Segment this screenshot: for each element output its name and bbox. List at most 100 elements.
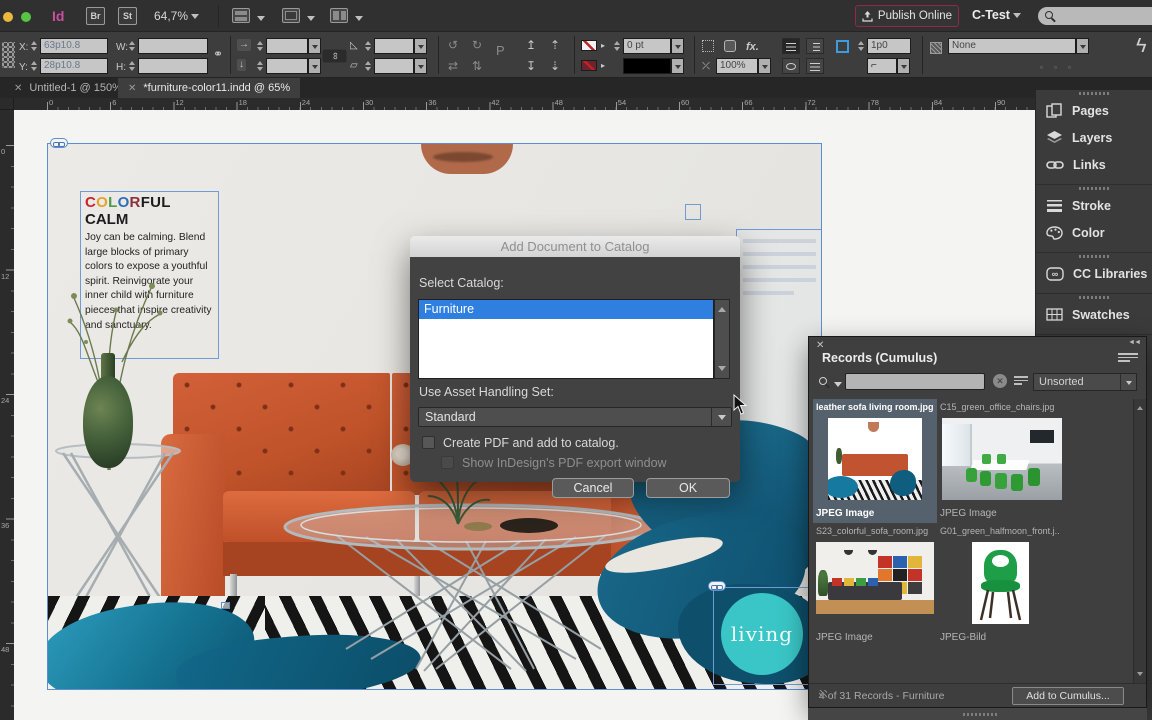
opacity-flyout[interactable] — [758, 58, 771, 74]
panel-stroke[interactable]: Stroke — [1036, 192, 1152, 219]
drop-shadow-icon[interactable] — [724, 40, 736, 52]
close-icon[interactable]: ✕ — [128, 83, 136, 94]
close-icon[interactable]: ✕ — [816, 340, 824, 351]
distribute-down-icon[interactable]: ⇣ — [550, 60, 560, 72]
rotation-dropdown[interactable] — [414, 38, 427, 54]
chevron-down-icon[interactable] — [834, 382, 842, 391]
panel-group-handle[interactable] — [1036, 90, 1152, 97]
tab-untitled[interactable]: ✕Untitled-1 @ 150% — [4, 78, 132, 98]
ok-button[interactable]: OK — [646, 478, 730, 498]
sort-dropdown[interactable]: Unsorted — [1033, 373, 1137, 391]
record-item[interactable]: leather sofa living room.jpg JPEG Image — [813, 399, 937, 523]
object-style-field[interactable]: None — [948, 38, 1076, 54]
textwrap-bounding-icon[interactable] — [806, 38, 824, 54]
object-style-dropdown[interactable] — [1076, 38, 1089, 54]
gap-stepper[interactable] — [856, 38, 865, 54]
align-top-icon[interactable]: ↥ — [526, 39, 536, 51]
opacity-field[interactable]: 100% — [716, 58, 758, 74]
chevron-down-icon[interactable] — [307, 16, 315, 25]
panel-menu-icon[interactable] — [1118, 351, 1138, 363]
scale-y-dropdown[interactable] — [308, 58, 321, 74]
add-to-cumulus-button[interactable]: Add to Cumulus... — [1012, 687, 1124, 705]
quick-apply-icon[interactable]: ▫ — [1040, 62, 1043, 74]
shear-field[interactable] — [374, 58, 414, 74]
empty-frame[interactable] — [685, 204, 701, 220]
panel-pages[interactable]: Pages — [1036, 97, 1152, 124]
stroke-type-dropdown[interactable] — [671, 58, 684, 74]
record-item[interactable]: S23_colorful_sofa_room.jpg — [813, 523, 937, 647]
panel-resize-strip[interactable] — [808, 708, 1147, 720]
records-search-input[interactable] — [845, 373, 985, 390]
constrain-proportions-icon[interactable]: ⚭ — [213, 48, 223, 60]
catalog-scrollbar[interactable] — [714, 299, 730, 379]
textwrap-none-icon[interactable] — [782, 38, 800, 54]
fill-flyout-icon[interactable]: ▸ — [601, 40, 605, 52]
shear-stepper[interactable] — [363, 58, 372, 74]
flip-horizontal-icon[interactable]: ⇄ — [448, 60, 458, 72]
stroke-type-swatch[interactable] — [623, 58, 671, 74]
minimize-button[interactable] — [3, 12, 13, 22]
scale-y-field[interactable] — [266, 58, 308, 74]
stock-button[interactable]: St — [118, 7, 137, 25]
textwrap-object-icon[interactable] — [782, 58, 800, 74]
shear-dropdown[interactable] — [414, 58, 427, 74]
record-thumbnail[interactable] — [816, 542, 934, 614]
fill-swatch-none[interactable] — [581, 40, 597, 51]
scroll-up-icon[interactable] — [718, 303, 726, 312]
scroll-down-icon[interactable] — [718, 366, 726, 375]
stroke-weight-dropdown[interactable] — [671, 38, 684, 54]
align-bottom-icon[interactable]: ↧ — [526, 60, 536, 72]
corner-shape-field[interactable]: ⌐ — [867, 58, 897, 74]
style-override-icon[interactable]: ▫ — [1054, 62, 1057, 74]
cancel-button[interactable]: Cancel — [552, 478, 634, 498]
search-input[interactable] — [1038, 7, 1152, 25]
rotate-ccw-icon[interactable]: ↺ — [448, 39, 458, 51]
textwrap-jump-icon[interactable] — [806, 58, 824, 74]
rotation-stepper[interactable] — [363, 38, 372, 54]
record-thumbnail[interactable] — [972, 542, 1029, 624]
scale-x-field[interactable] — [266, 38, 308, 54]
panel-layers[interactable]: Layers — [1036, 124, 1152, 151]
zoom-level-dropdown[interactable]: 64,7% — [154, 9, 199, 23]
reference-point-selector[interactable] — [2, 42, 15, 68]
panel-swatches[interactable]: Swatches — [1036, 301, 1152, 328]
scroll-up-icon[interactable] — [1137, 403, 1143, 410]
scale-x-stepper[interactable] — [255, 38, 264, 54]
publish-online-button[interactable]: Publish Online — [855, 5, 959, 27]
panel-links[interactable]: Links — [1036, 151, 1152, 178]
create-pdf-checkbox[interactable] — [422, 436, 435, 449]
width-field[interactable] — [138, 38, 208, 54]
zoom-window-button[interactable] — [21, 12, 31, 22]
x-position-field[interactable]: 63p10.8 — [40, 38, 108, 54]
asset-handling-dropdown[interactable]: Standard — [418, 407, 732, 427]
workspace-switcher[interactable]: C-Test — [972, 8, 1021, 22]
corner-shape-dropdown[interactable] — [897, 58, 910, 74]
records-scrollbar[interactable] — [1133, 399, 1146, 683]
lightning-icon[interactable]: ϟ — [1136, 40, 1147, 52]
y-position-field[interactable]: 28p10.8 — [40, 58, 108, 74]
distribute-up-icon[interactable]: ⇡ — [550, 39, 560, 51]
record-thumbnail[interactable] — [942, 418, 1062, 500]
resize-grip[interactable] — [819, 690, 827, 698]
scroll-down-icon[interactable] — [1137, 672, 1143, 679]
panel-group-handle[interactable] — [1036, 185, 1152, 192]
arrange-documents-icon[interactable] — [330, 8, 348, 23]
panel-group-handle[interactable] — [1036, 253, 1152, 260]
panel-group-handle[interactable] — [1036, 294, 1152, 301]
living-badge-frame[interactable]: living — [713, 587, 809, 685]
bridge-button[interactable]: Br — [86, 7, 105, 25]
gap-field[interactable]: 1p0 — [867, 38, 911, 54]
search-icon[interactable] — [819, 377, 827, 385]
effects-icon[interactable]: fx. — [746, 41, 759, 53]
rotation-field[interactable] — [374, 38, 414, 54]
frame-fitting-icon[interactable] — [836, 40, 849, 53]
tab-furniture-color11[interactable]: ✕*furniture-color11.indd @ 65% — [118, 78, 300, 98]
stroke-weight-field[interactable]: 0 pt — [623, 38, 671, 54]
clear-search-icon[interactable]: ✕ — [993, 374, 1007, 388]
link-scale-icon[interactable]: ∞ — [323, 50, 347, 63]
record-item[interactable]: G01_green_halfmoon_front.j... JPEG-Bild — [937, 523, 1061, 647]
close-icon[interactable]: ✕ — [14, 83, 22, 94]
scale-x-dropdown[interactable] — [308, 38, 321, 54]
chevron-down-icon[interactable] — [355, 16, 363, 25]
filter-icon[interactable] — [1014, 374, 1028, 386]
